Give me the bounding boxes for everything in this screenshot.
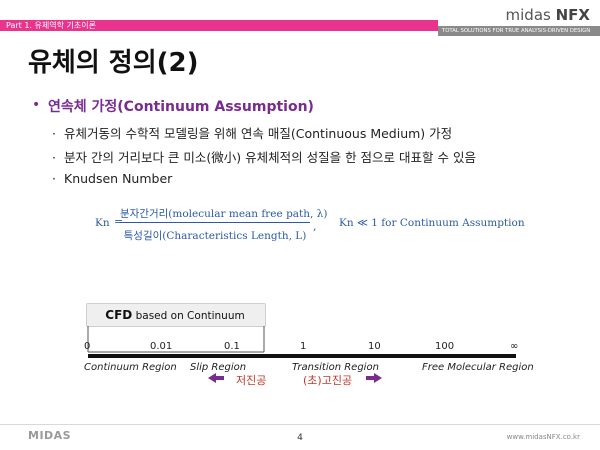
tick-label: 100 [435, 341, 455, 352]
midas-logo: MIDAS [28, 429, 72, 442]
arrow-left-shaft [216, 376, 224, 380]
arrow-left-icon [208, 373, 216, 383]
tick-label: 10 [368, 341, 381, 352]
tick-label: 0 [84, 341, 91, 352]
page-number: 4 [297, 433, 303, 443]
region-label: Continuum Region [84, 362, 177, 373]
low-vacuum-label: 저진공 [236, 374, 267, 387]
tick-label: ∞ [510, 341, 519, 352]
region-label: Free Molecular Region [422, 362, 534, 373]
knudsen-scale [87, 326, 516, 383]
footer-divider [0, 424, 600, 425]
arrow-right-shaft [366, 376, 374, 380]
high-vacuum-label: (초)고진공 [303, 374, 353, 387]
tick-label: 0.1 [224, 341, 240, 352]
arrow-right-icon [374, 373, 382, 383]
tick-label: 1 [300, 341, 307, 352]
tick-label: 0.01 [150, 341, 173, 352]
site-url: www.midasNFX.co.kr [506, 433, 580, 441]
